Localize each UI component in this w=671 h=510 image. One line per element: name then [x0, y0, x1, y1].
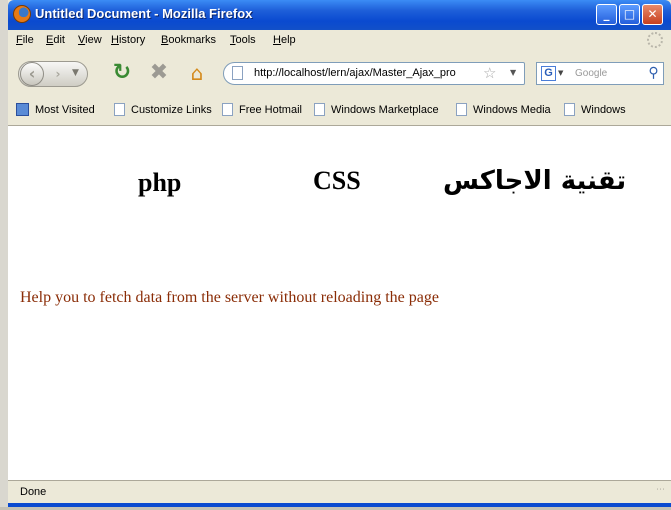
page-icon: [222, 103, 233, 116]
bookmark-customize-links[interactable]: Customize Links: [114, 103, 212, 116]
home-icon[interactable]: ⌂: [186, 61, 208, 85]
history-dropdown-icon[interactable]: ▼: [72, 68, 79, 78]
bookmarks-toolbar: Most Visited Customize Links Free Hotmai…: [8, 95, 671, 126]
menu-tools[interactable]: Tools: [230, 34, 256, 46]
tab-description: Help you to fetch data from the server w…: [20, 289, 439, 306]
maximize-button[interactable]: □: [619, 4, 640, 25]
stop-icon[interactable]: ✖: [148, 61, 170, 85]
forward-arrow-icon[interactable]: ›: [50, 66, 66, 82]
engine-dropdown-icon[interactable]: ▼: [558, 69, 563, 77]
page-icon: [456, 103, 467, 116]
page-icon: [232, 66, 243, 80]
tab-css[interactable]: CSS: [313, 166, 361, 196]
firefox-logo-icon: [13, 5, 31, 23]
bookmark-free-hotmail[interactable]: Free Hotmail: [222, 103, 302, 116]
page-icon: [564, 103, 575, 116]
menu-edit[interactable]: Edit: [46, 34, 65, 46]
menu-file[interactable]: File: [16, 34, 34, 46]
url-bar[interactable]: http://localhost/lern/ajax/Master_Ajax_p…: [223, 62, 525, 85]
bookmark-star-icon[interactable]: ☆: [483, 64, 496, 82]
navigation-toolbar: ‹ › ▼ ↻ ✖ ⌂ http://localhost/lern/ajax/M…: [8, 51, 671, 95]
status-bar: Done ⋯: [8, 480, 671, 503]
reload-icon[interactable]: ↻: [111, 61, 133, 85]
status-text: Done: [20, 486, 47, 498]
page-icon: [314, 103, 325, 116]
menu-bookmarks[interactable]: Bookmarks: [161, 34, 216, 46]
tab-ajax[interactable]: تقنية الاجاكس: [443, 166, 626, 196]
resize-grip-icon[interactable]: ⋯: [656, 486, 668, 499]
url-dropdown-icon[interactable]: ▼: [510, 68, 516, 77]
bookmark-windows-media[interactable]: Windows Media: [456, 103, 551, 116]
most-visited-icon: [16, 103, 29, 116]
page-content: php CSS تقنية الاجاكس Help you to fetch …: [8, 126, 671, 480]
google-engine-icon[interactable]: G: [541, 66, 556, 81]
menu-view[interactable]: View: [78, 34, 102, 46]
tab-php[interactable]: php: [138, 168, 181, 198]
browser-window: Untitled Document - Mozilla Firefox _ □ …: [8, 0, 671, 510]
title-bar[interactable]: Untitled Document - Mozilla Firefox _ □ …: [8, 0, 671, 30]
search-input[interactable]: Google: [575, 68, 607, 79]
menu-history[interactable]: History: [111, 34, 145, 46]
back-arrow-icon[interactable]: ‹: [20, 62, 44, 86]
bookmark-windows[interactable]: Windows: [564, 103, 626, 116]
throbber-icon: [647, 32, 663, 48]
bookmark-windows-marketplace[interactable]: Windows Marketplace: [314, 103, 439, 116]
search-bar[interactable]: G ▼ Google ⚲: [536, 62, 664, 85]
bookmark-most-visited[interactable]: Most Visited: [16, 103, 95, 116]
url-input[interactable]: http://localhost/lern/ajax/Master_Ajax_p…: [254, 67, 468, 79]
menu-help[interactable]: Help: [273, 34, 296, 46]
minimize-button[interactable]: _: [596, 4, 617, 25]
search-magnifier-icon[interactable]: ⚲: [645, 65, 662, 82]
page-icon: [114, 103, 125, 116]
close-button[interactable]: ✕: [642, 4, 663, 25]
window-title: Untitled Document - Mozilla Firefox: [35, 6, 253, 21]
menu-bar: File Edit View History Bookmarks Tools H…: [8, 30, 671, 51]
